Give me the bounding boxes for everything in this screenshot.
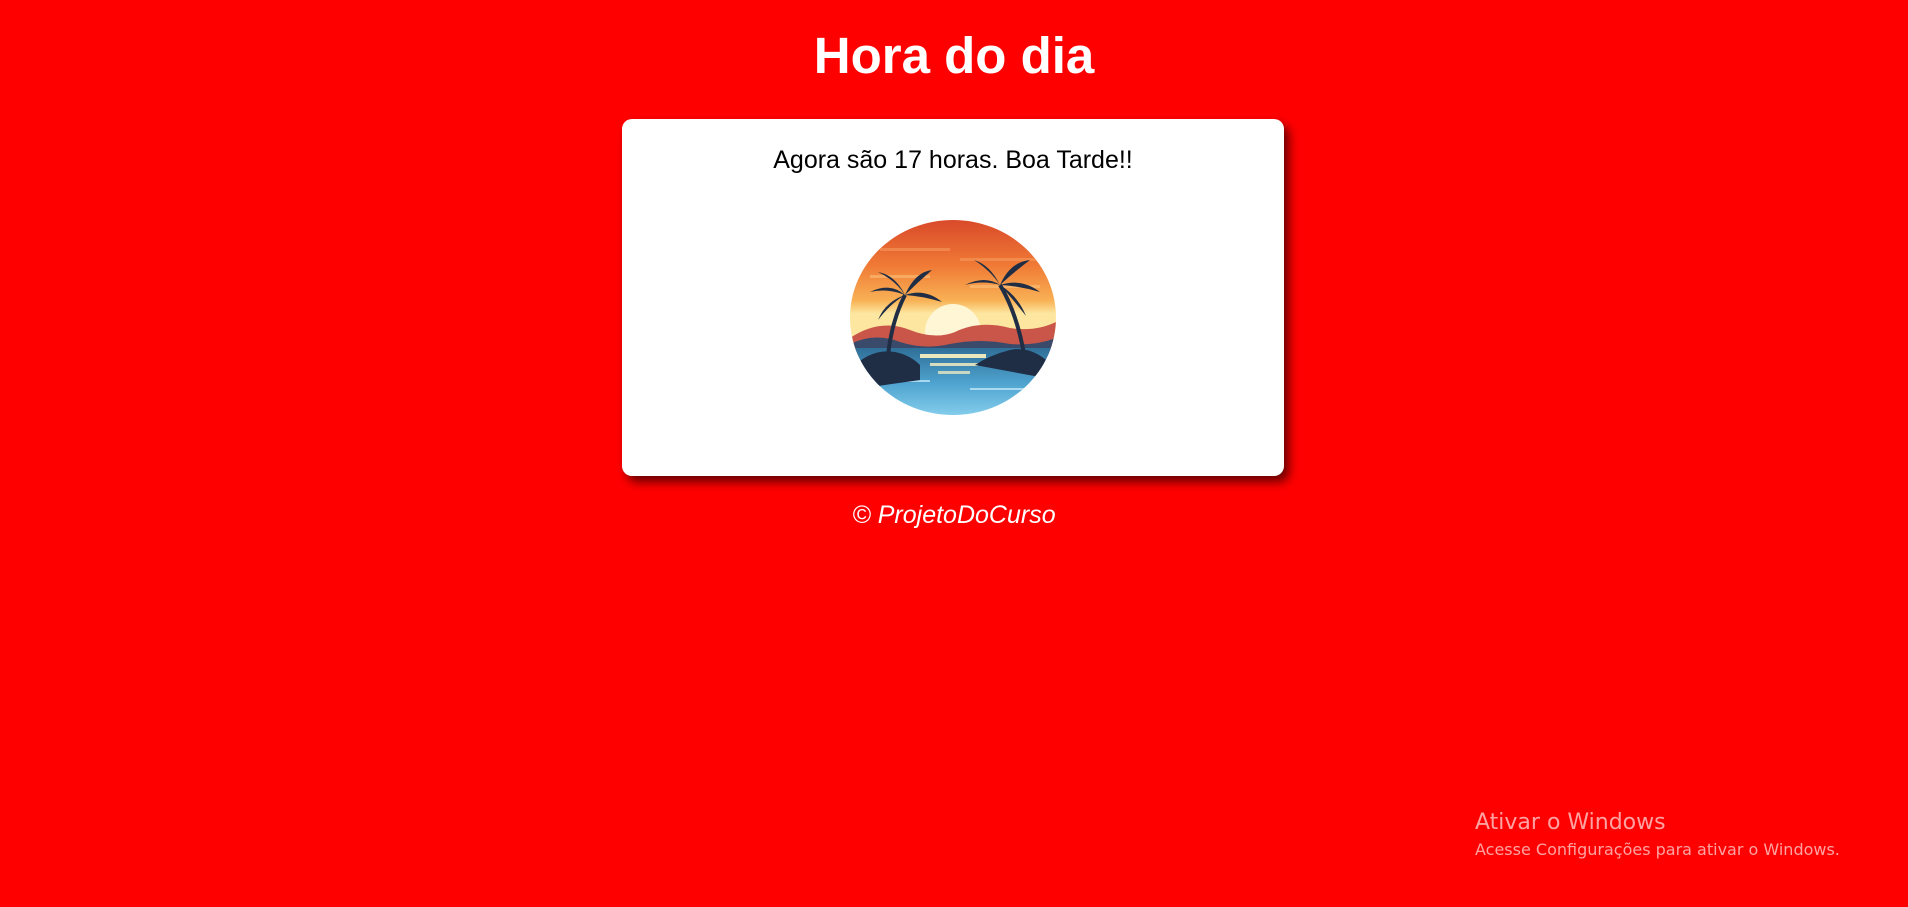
- time-card: Agora são 17 horas. Boa Tarde!!: [622, 119, 1284, 476]
- watermark-title: Ativar o Windows: [1475, 810, 1666, 835]
- watermark-subtitle: Acesse Configurações para ativar o Windo…: [1475, 840, 1840, 859]
- greeting-message: Agora são 17 horas. Boa Tarde!!: [773, 146, 1133, 174]
- sunset-beach-image: [850, 220, 1056, 415]
- footer-copyright: © ProjetoDoCurso: [852, 501, 1056, 529]
- page: { "page": { "background_color": "#ff0000…: [0, 0, 1908, 907]
- page-title: Hora do dia: [813, 27, 1095, 84]
- windows-activation-watermark: Ativar o Windows Acesse Configurações pa…: [1475, 808, 1840, 862]
